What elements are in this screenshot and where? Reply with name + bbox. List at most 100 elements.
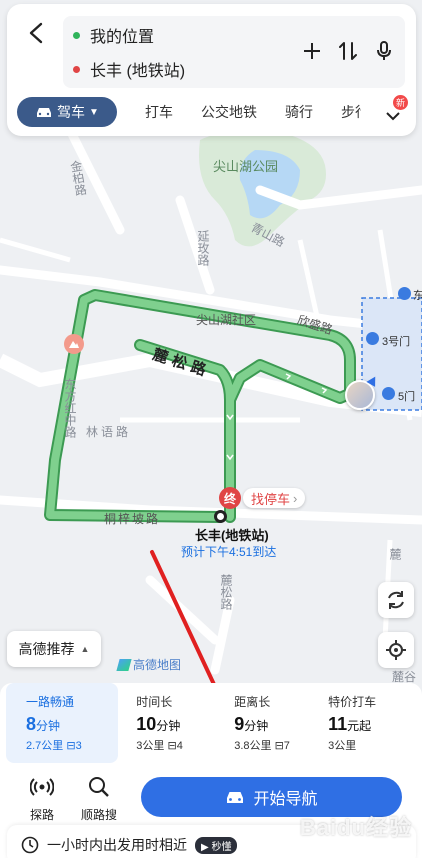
start-navigation-label: 开始导航 bbox=[253, 791, 318, 808]
route-plan-option[interactable]: 时间长 10分钟 3公里 ⊟4 bbox=[118, 683, 224, 763]
broadcast-icon bbox=[29, 778, 55, 796]
tab-transit[interactable]: 公交地铁 bbox=[201, 102, 257, 122]
start-dot-icon bbox=[73, 31, 80, 39]
departure-hint-text: 一小时内出发用时相近 bbox=[47, 837, 187, 853]
end-location-field[interactable]: 长丰 (地铁站) bbox=[73, 52, 185, 86]
amap-logo-icon bbox=[116, 658, 132, 671]
plan-lights: 4 bbox=[176, 740, 183, 752]
plan-distance: 2.7公里 bbox=[26, 740, 64, 752]
clock-icon bbox=[21, 836, 39, 854]
route-preference-button[interactable]: 高德推荐 ▲ bbox=[7, 631, 101, 667]
explore-button[interactable]: 探路 bbox=[17, 775, 67, 823]
plan-label: 距离长 bbox=[234, 695, 271, 709]
find-parking-chip[interactable]: 找停车 › bbox=[243, 488, 306, 508]
refresh-route-button[interactable] bbox=[378, 582, 414, 618]
route-plan-option[interactable]: 特价打车 11元起 3公里 bbox=[322, 683, 416, 763]
end-dot-icon bbox=[73, 65, 80, 73]
new-badge: 新 bbox=[392, 95, 408, 110]
find-parking-label: 找停车 bbox=[251, 491, 291, 507]
road-label: 桐梓坡路 bbox=[104, 512, 161, 526]
plan-label: 一路畅通 bbox=[26, 695, 75, 709]
tab-drive-label: 驾车 bbox=[57, 104, 86, 120]
gate-label: 5门 bbox=[398, 391, 416, 403]
explore-label: 探路 bbox=[29, 808, 54, 822]
plan-label: 时间长 bbox=[136, 695, 173, 709]
amap-logo-text: 高德地图 bbox=[133, 658, 182, 672]
microphone-icon[interactable] bbox=[373, 40, 395, 62]
swap-icon[interactable] bbox=[337, 40, 359, 62]
plan-time: 10分钟 bbox=[136, 714, 224, 735]
route-header-card: 我的位置 长丰 (地铁站) 驾车 ▼ 打车 公交地铁 骑行 步行 bbox=[7, 4, 416, 136]
road-label: 林语路 bbox=[86, 425, 132, 439]
plan-meta: 3公里 bbox=[328, 737, 416, 753]
start-location-text: 我的位置 bbox=[90, 29, 155, 46]
traffic-light-icon: ⊟ bbox=[274, 740, 284, 752]
plan-meta: 2.7公里 ⊟3 bbox=[26, 737, 118, 753]
destination-pin[interactable]: 终 bbox=[219, 487, 241, 509]
locate-me-button[interactable] bbox=[378, 632, 414, 668]
watermark: Baidu经验 bbox=[299, 815, 412, 840]
caret-down-icon: ▼ bbox=[89, 106, 99, 118]
caret-up-icon: ▲ bbox=[80, 644, 90, 654]
traffic-light-icon: ⊟ bbox=[167, 740, 177, 752]
plan-label: 特价打车 bbox=[328, 695, 377, 709]
tab-bike[interactable]: 骑行 bbox=[285, 102, 313, 122]
plan-distance: 3.8公里 bbox=[234, 740, 272, 752]
plan-time: 8分钟 bbox=[26, 714, 118, 735]
plan-time-unit: 元起 bbox=[347, 719, 372, 733]
search-along-label: 顺路搜 bbox=[80, 808, 117, 822]
locate-icon bbox=[386, 640, 406, 660]
plan-time-value: 11 bbox=[328, 714, 348, 734]
gate-marker-icon[interactable] bbox=[382, 387, 395, 400]
back-arrow-icon bbox=[29, 22, 43, 44]
hint-tag-label: 秒懂 bbox=[211, 841, 232, 853]
plan-time-unit: 分钟 bbox=[156, 719, 181, 733]
plan-time-value: 8 bbox=[26, 714, 37, 734]
amap-logo: 高德地图 bbox=[116, 656, 182, 673]
plan-lights: 7 bbox=[283, 740, 290, 752]
search-along-button[interactable]: 顺路搜 bbox=[74, 775, 124, 823]
plan-time-value: 10 bbox=[136, 714, 157, 734]
gate-marker-icon[interactable] bbox=[398, 287, 411, 300]
tab-taxi[interactable]: 打车 bbox=[145, 102, 173, 122]
chevron-right-icon: › bbox=[293, 490, 298, 506]
plan-meta: 3.8公里 ⊟7 bbox=[234, 737, 322, 753]
poi-icon[interactable] bbox=[64, 334, 84, 354]
plan-lights: 3 bbox=[75, 740, 82, 752]
add-waypoint-icon[interactable] bbox=[301, 40, 323, 62]
map-corner-label: 麓 bbox=[388, 548, 402, 560]
plan-distance: 3公里 bbox=[328, 740, 357, 752]
car-icon bbox=[37, 108, 52, 117]
route-preference-label: 高德推荐 bbox=[18, 641, 75, 657]
tab-walk[interactable]: 步行 bbox=[341, 102, 361, 122]
destination-dot bbox=[214, 510, 227, 523]
gate-label: 3号门 bbox=[382, 336, 411, 348]
plan-time-unit: 分钟 bbox=[244, 719, 269, 733]
end-location-text: 长丰 (地铁站) bbox=[90, 63, 186, 80]
route-plan-option[interactable]: 距离长 9分钟 3.8公里 ⊟7 bbox=[224, 683, 322, 763]
start-location-field[interactable]: 我的位置 bbox=[73, 18, 154, 52]
community-label: 尖山湖社区 bbox=[196, 313, 257, 327]
car-icon bbox=[227, 792, 244, 803]
tab-drive[interactable]: 驾车 ▼ bbox=[17, 97, 117, 127]
route-plan-option[interactable]: 一路畅通 8分钟 2.7公里 ⊟3 bbox=[6, 683, 119, 763]
route-plan-list: 一路畅通 8分钟 2.7公里 ⊟3 时间长 10分钟 3公里 ⊟4 距离长 9分… bbox=[6, 683, 416, 763]
park-label: 尖山湖公园 bbox=[213, 159, 279, 174]
route-input-box: 我的位置 长丰 (地铁站) bbox=[63, 16, 405, 88]
plan-time: 9分钟 bbox=[234, 714, 322, 735]
map-edge-label: 东 bbox=[413, 290, 422, 302]
plan-time: 11元起 bbox=[328, 714, 416, 735]
plan-meta: 3公里 ⊟4 bbox=[136, 737, 224, 753]
hint-tag: ▶ 秒懂 bbox=[195, 836, 238, 854]
back-button[interactable] bbox=[21, 18, 51, 48]
travel-mode-tabs: 驾车 ▼ 打车 公交地铁 骑行 步行 新 bbox=[17, 95, 412, 127]
road-label: 东方红中路 bbox=[63, 378, 77, 438]
plan-distance: 3公里 bbox=[136, 740, 165, 752]
traffic-light-icon: ⊟ bbox=[66, 740, 76, 752]
road-label: 延玫路 bbox=[196, 230, 210, 266]
gate-marker-icon[interactable] bbox=[366, 332, 379, 345]
refresh-icon bbox=[388, 591, 404, 609]
more-modes-button[interactable]: 新 bbox=[384, 95, 408, 125]
search-icon bbox=[89, 777, 109, 797]
plan-time-unit: 分钟 bbox=[36, 719, 61, 733]
